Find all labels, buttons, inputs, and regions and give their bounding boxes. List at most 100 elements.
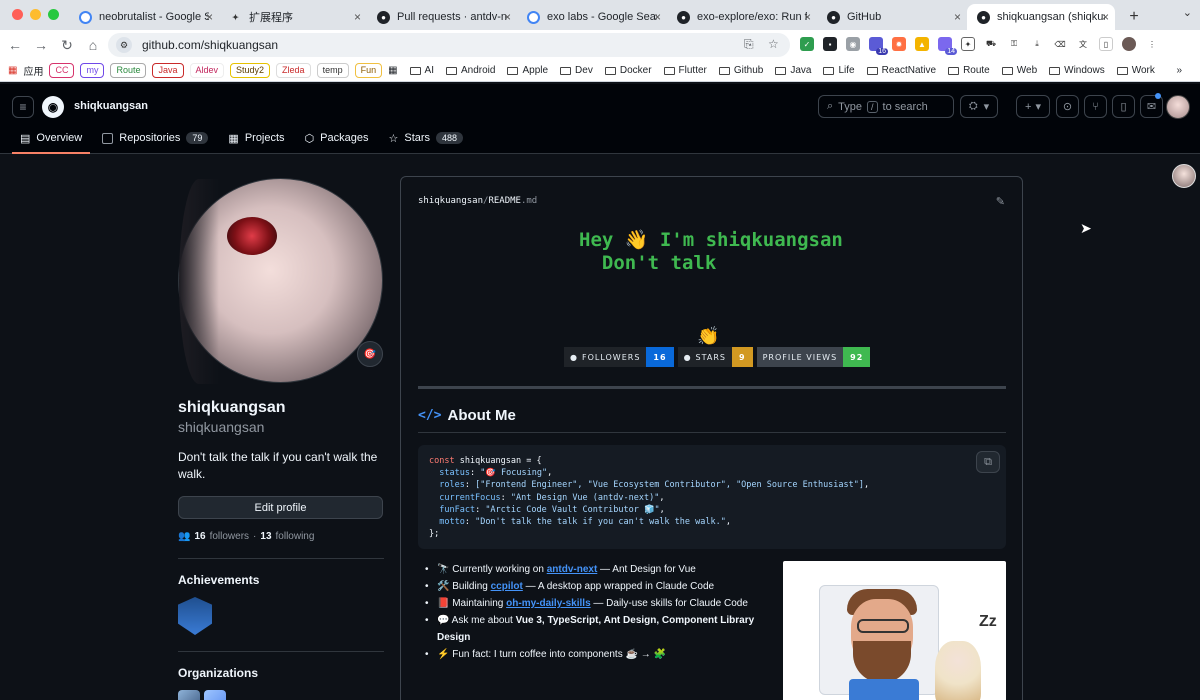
oh-my-daily-skills-link[interactable]: oh-my-daily-skills xyxy=(506,598,590,609)
back-button[interactable]: ← xyxy=(4,34,26,56)
tab-packages[interactable]: ⬡ Packages xyxy=(297,122,377,154)
apps-bookmark[interactable]: 应用 xyxy=(23,63,43,78)
bookmark-folder[interactable]: Dev xyxy=(560,65,593,76)
followers-count[interactable]: 16 xyxy=(194,531,205,542)
issues-button[interactable]: ⊙ xyxy=(1056,95,1079,118)
site-info-icon[interactable]: ⚙ xyxy=(116,37,132,53)
bookmark-folder[interactable]: Java xyxy=(775,65,811,76)
close-window-button[interactable] xyxy=(12,9,23,20)
bookmark-chip[interactable]: Fun xyxy=(354,63,383,78)
sidepanel-icon[interactable]: ▯ xyxy=(1099,37,1113,51)
bookmark-folder[interactable]: Docker xyxy=(604,65,652,76)
bookmark-folder[interactable]: Web xyxy=(1001,65,1037,76)
followers-link[interactable]: followers xyxy=(210,531,249,542)
bookmark-folder[interactable]: Windows xyxy=(1049,65,1105,76)
bookmark-chip[interactable]: Java xyxy=(152,63,184,78)
org-avatar[interactable] xyxy=(178,690,200,700)
close-tab-icon[interactable]: × xyxy=(1102,10,1109,24)
address-bar[interactable]: ⚙ github.com/shiqkuangsan ⎘ ☆ xyxy=(108,33,790,57)
browser-tab[interactable]: ● Pull requests · antdv-nex × xyxy=(367,4,517,30)
browser-tab[interactable]: ● exo-explore/exo: Run fron × xyxy=(667,4,817,30)
org-avatar[interactable] xyxy=(204,690,226,700)
bookmark-folder[interactable]: ReactNative xyxy=(866,65,936,76)
edit-pencil-icon[interactable]: ✎ xyxy=(996,195,1005,208)
followers-shield[interactable]: ● FOLLOWERS 16 xyxy=(564,347,674,367)
readme-file-link[interactable]: README xyxy=(488,196,521,206)
browser-tab-active[interactable]: ● shiqkuangsan (shiqkuang × xyxy=(967,4,1115,30)
bookmark-star-icon[interactable]: ☆ xyxy=(768,37,779,51)
extension-badge-icon[interactable]: 14 xyxy=(938,37,957,55)
bookmark-chip[interactable]: Route xyxy=(110,63,147,78)
new-tab-button[interactable]: + xyxy=(1121,4,1147,30)
stars-shield[interactable]: ● STARS 9 xyxy=(677,347,753,367)
close-tab-icon[interactable]: × xyxy=(354,10,361,24)
install-app-icon[interactable]: ⎘ xyxy=(744,37,754,52)
profile-avatar-icon[interactable] xyxy=(1122,37,1136,51)
create-new-button[interactable]: + ▾ xyxy=(1016,95,1050,118)
home-button[interactable]: ⌂ xyxy=(82,34,104,56)
menu-icon[interactable]: ≡ xyxy=(12,96,34,118)
translate-icon[interactable]: 文 xyxy=(1076,37,1090,51)
tab-search-icon[interactable]: ⌄ xyxy=(1183,6,1192,19)
floating-avatar[interactable] xyxy=(1172,164,1196,188)
key-icon[interactable]: ⚿ xyxy=(1007,37,1021,51)
bookmark-chip[interactable]: Zleda xyxy=(276,63,311,78)
car-icon[interactable]: ⛟ xyxy=(984,37,998,51)
ccpilot-link[interactable]: ccpilot xyxy=(491,581,523,592)
profile-avatar[interactable]: 🎯 xyxy=(178,178,383,384)
sun-icon[interactable]: ✹ xyxy=(892,37,906,51)
bookmark-folder[interactable]: Apple xyxy=(507,65,548,76)
bookmark-folder[interactable]: Android xyxy=(446,65,495,76)
close-tab-icon[interactable]: × xyxy=(804,10,811,24)
following-link[interactable]: following xyxy=(276,531,315,542)
bookmark-chip[interactable]: my xyxy=(80,63,105,78)
extension-badge-icon[interactable]: 16 xyxy=(869,37,888,55)
browser-tab[interactable]: neobrutalist - Google Sea × xyxy=(69,4,219,30)
readme-owner-link[interactable]: shiqkuangsan xyxy=(418,196,483,206)
extension-icon[interactable]: ▪ xyxy=(823,37,837,51)
search-input[interactable]: ⌕ Type / to search xyxy=(818,95,954,118)
more-bookmarks-icon[interactable]: » xyxy=(1176,65,1182,76)
download-icon[interactable]: ⤓ xyxy=(1030,37,1044,51)
close-tab-icon[interactable]: × xyxy=(954,10,961,24)
puzzle-icon[interactable]: ✦ xyxy=(961,37,975,51)
shield-icon[interactable]: ✓ xyxy=(800,37,814,51)
github-logo-icon[interactable]: ◉ xyxy=(42,96,64,118)
bookmark-folder[interactable]: Life xyxy=(823,65,855,76)
bookmark-chip[interactable]: temp xyxy=(316,63,349,78)
bookmark-chip[interactable]: Aldev xyxy=(189,63,225,78)
profile-views-shield[interactable]: PROFILE VIEWS 92 xyxy=(756,347,871,367)
close-tab-icon[interactable]: × xyxy=(504,10,511,24)
tab-stars[interactable]: ☆ Stars 488 xyxy=(380,122,471,154)
drop-icon[interactable]: ▲ xyxy=(915,37,929,51)
menu-icon[interactable]: ⋮ xyxy=(1145,37,1159,51)
apps-icon[interactable]: ▦ xyxy=(8,65,17,76)
status-emoji-icon[interactable]: 🎯 xyxy=(357,341,383,367)
tab-repositories[interactable]: Repositories 79 xyxy=(94,122,216,154)
browser-tab[interactable]: exo labs - Google Search × xyxy=(517,4,667,30)
close-tab-icon[interactable]: × xyxy=(206,10,213,24)
bookmark-chip[interactable]: CC xyxy=(49,63,75,78)
arctic-vault-badge-icon[interactable] xyxy=(178,597,212,635)
repositories-button[interactable]: ▯ xyxy=(1112,95,1135,118)
tab-projects[interactable]: ▦ Projects xyxy=(220,122,292,154)
following-count[interactable]: 13 xyxy=(260,531,271,542)
reload-button[interactable]: ↻ xyxy=(56,34,78,56)
trash-icon[interactable]: ⌫ xyxy=(1053,37,1067,51)
bookmark-folder[interactable]: Github xyxy=(718,65,763,76)
bookmark-chip[interactable]: Study2 xyxy=(230,63,271,78)
bookmark-folder[interactable]: Flutter xyxy=(663,65,707,76)
minimize-window-button[interactable] xyxy=(30,9,41,20)
zoom-window-button[interactable] xyxy=(48,9,59,20)
edit-profile-button[interactable]: Edit profile xyxy=(178,496,383,519)
antdv-next-link[interactable]: antdv-next xyxy=(547,564,598,575)
browser-tab[interactable]: ● GitHub × xyxy=(817,4,967,30)
browser-tab[interactable]: ✦ 扩展程序 × xyxy=(219,4,367,30)
forward-button[interactable]: → xyxy=(30,34,52,56)
bookmark-folder[interactable]: Work xyxy=(1116,65,1155,76)
pull-requests-button[interactable]: ⑂ xyxy=(1084,95,1107,118)
copy-icon[interactable]: ⧉ xyxy=(976,451,1000,473)
copilot-button[interactable]: ⛭ ▾ xyxy=(960,95,998,118)
tab-overview[interactable]: ▤ Overview xyxy=(12,122,91,154)
camera-icon[interactable]: ◉ xyxy=(846,37,860,51)
